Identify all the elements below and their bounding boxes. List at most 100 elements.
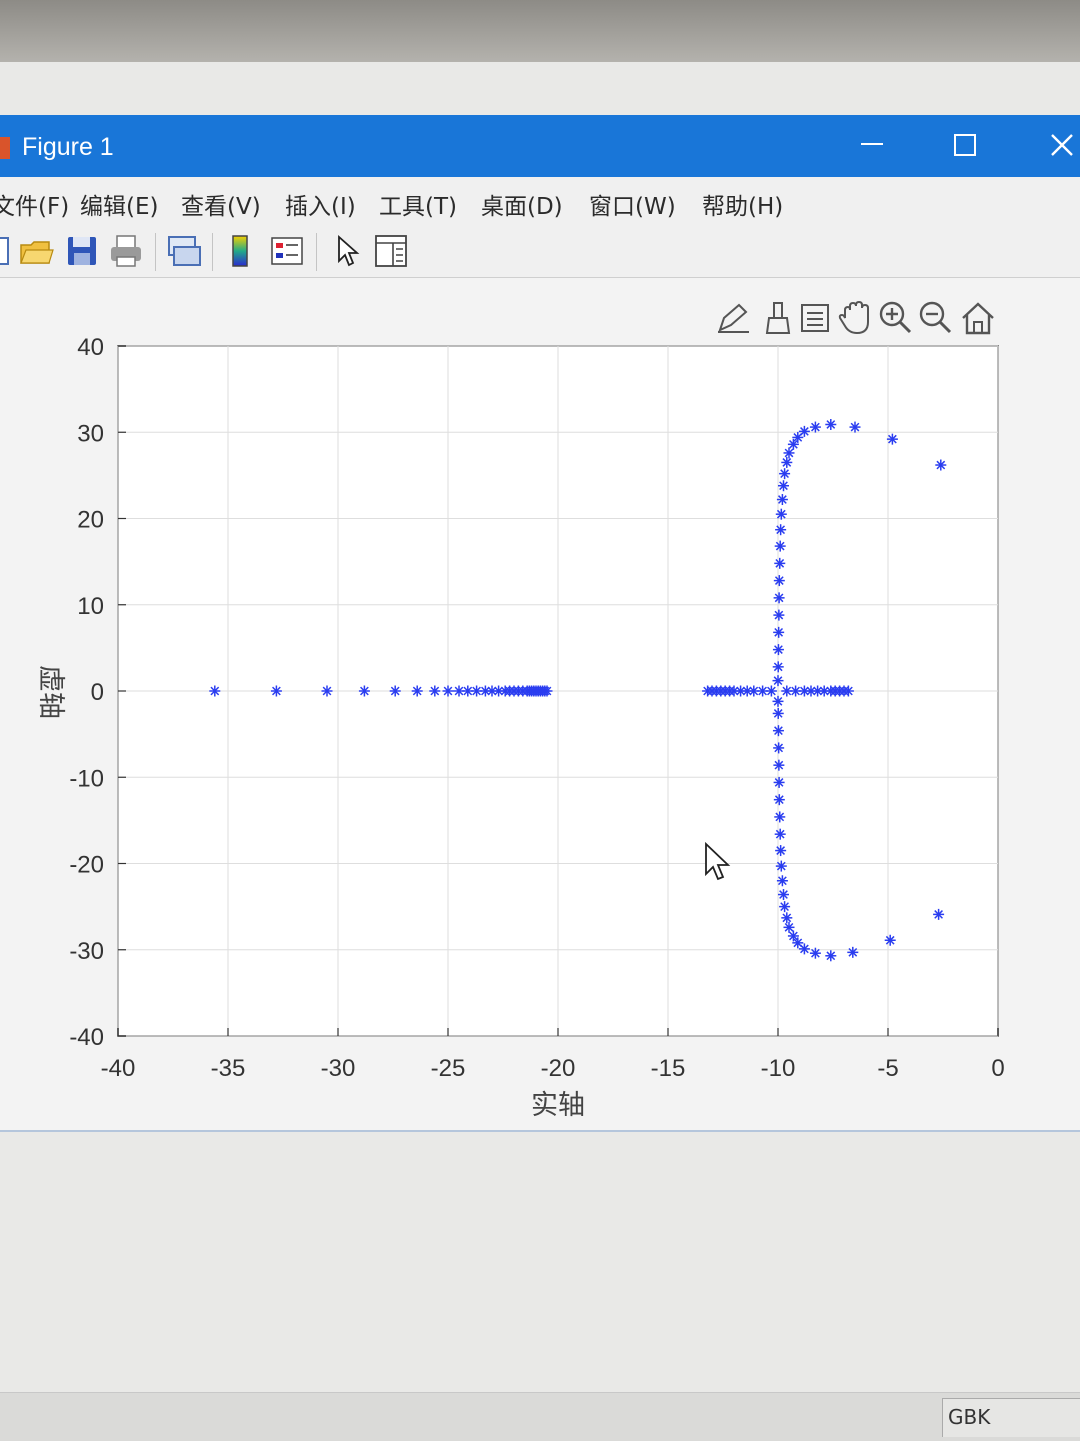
x-axis-label: 实轴: [531, 1090, 585, 1120]
data-point: [772, 695, 784, 707]
maximize-icon: [954, 134, 976, 156]
data-point: [772, 707, 784, 719]
menu-desktop[interactable]: 桌面(D): [481, 187, 563, 221]
link-plot-icon[interactable]: [166, 233, 202, 269]
title-bar[interactable]: Figure 1: [0, 115, 1080, 177]
data-point: [886, 433, 898, 445]
data-point: [774, 557, 786, 569]
y-tick-label: 20: [77, 507, 104, 534]
data-point: [776, 494, 788, 506]
menu-file[interactable]: 文件(F): [0, 187, 69, 221]
minimize-icon: [861, 143, 883, 145]
maximize-button[interactable]: [935, 123, 995, 167]
data-point: [935, 459, 947, 471]
y-tick-label: -40: [69, 1024, 104, 1051]
toolbar-separator: [155, 233, 156, 271]
monitor-bezel: [0, 0, 1080, 70]
data-point: [847, 946, 859, 958]
minimize-button[interactable]: [842, 123, 902, 167]
open-file-icon[interactable]: [18, 233, 54, 269]
menu-bar: 文件(F) 编辑(E) 查看(V) 插入(I) 工具(T) 桌面(D) 窗口(W…: [0, 177, 1080, 228]
x-tick-label: -20: [541, 1055, 576, 1082]
menu-view[interactable]: 查看(V): [181, 187, 261, 221]
menu-tools[interactable]: 工具(T): [379, 187, 457, 221]
data-point: [776, 875, 788, 887]
data-point: [773, 742, 785, 754]
root-locus-chart[interactable]: -40 -35 -30 -25 -20 -15 -10 -5 0 40 30 20 10 0 -10 -20 -…: [0, 330, 1080, 1130]
x-tick-label: -10: [761, 1055, 796, 1082]
y-tick-label: -20: [69, 852, 104, 879]
data-point: [933, 908, 945, 920]
x-tick-label: 0: [991, 1055, 1004, 1082]
y-tick-label: 0: [91, 679, 104, 706]
y-axis-label: 虚轴: [36, 665, 66, 719]
data-point: [778, 889, 789, 901]
data-point: [779, 901, 791, 913]
data-point: [773, 609, 785, 621]
property-inspector-icon[interactable]: [373, 233, 409, 269]
data-point: [779, 468, 791, 480]
window-title: Figure 1: [22, 133, 114, 161]
data-point: [772, 661, 784, 673]
data-point: [772, 644, 784, 656]
y-tick-label: 10: [77, 593, 104, 620]
y-tick-label: -30: [69, 938, 104, 965]
toolbar-separator: [212, 233, 213, 271]
data-point: [825, 950, 837, 962]
data-point: [781, 456, 793, 468]
data-point: [773, 794, 785, 806]
edit-plot-cursor-icon[interactable]: [329, 233, 365, 269]
data-point: [541, 685, 553, 697]
y-tick-label: 30: [77, 420, 104, 447]
data-point: [774, 811, 786, 823]
toolbar-separator: [316, 233, 317, 271]
data-point: [884, 934, 896, 946]
menu-help[interactable]: 帮助(H): [702, 187, 783, 221]
legend-icon[interactable]: [269, 233, 305, 269]
new-figure-icon[interactable]: [0, 233, 16, 269]
x-tick-label: -15: [651, 1055, 686, 1082]
data-point: [773, 592, 785, 604]
data-point: [358, 685, 370, 697]
x-tick-label: -40: [101, 1055, 136, 1082]
data-point: [842, 685, 854, 697]
data-point: [772, 725, 784, 737]
close-button[interactable]: [1032, 123, 1080, 167]
status-bar: GBK: [0, 1392, 1080, 1441]
data-point: [774, 828, 786, 840]
x-tick-label: -5: [877, 1055, 898, 1082]
print-icon[interactable]: [108, 233, 144, 269]
mouse-cursor-icon: [705, 842, 731, 881]
data-point: [773, 759, 785, 771]
data-point: [773, 626, 785, 638]
encoding-indicator: GBK: [948, 1405, 991, 1429]
close-icon: [1051, 134, 1073, 156]
data-point: [321, 685, 333, 697]
data-point: [772, 675, 784, 687]
data-point: [809, 947, 821, 959]
colorbar-icon[interactable]: [223, 233, 259, 269]
x-tick-label: -35: [211, 1055, 246, 1082]
save-icon[interactable]: [64, 233, 100, 269]
menu-window[interactable]: 窗口(W): [589, 187, 676, 221]
data-point: [773, 575, 785, 587]
data-point: [773, 776, 785, 788]
data-point: [783, 921, 795, 933]
x-tick-label: -30: [321, 1055, 356, 1082]
data-point: [778, 480, 789, 492]
figure-toolbar: [0, 227, 1080, 278]
data-point: [775, 860, 787, 872]
menu-insert[interactable]: 插入(I): [285, 187, 356, 221]
matlab-icon: [0, 137, 10, 159]
data-point: [774, 540, 786, 552]
data-point: [442, 685, 454, 697]
data-point: [781, 912, 793, 924]
x-tick-label: -25: [431, 1055, 466, 1082]
data-point: [775, 524, 787, 536]
y-tick-label: 40: [77, 334, 104, 361]
menu-edit[interactable]: 编辑(E): [80, 187, 158, 221]
data-point: [775, 845, 787, 857]
data-point: [775, 508, 787, 520]
data-point: [270, 685, 282, 697]
data-point: [765, 685, 777, 697]
